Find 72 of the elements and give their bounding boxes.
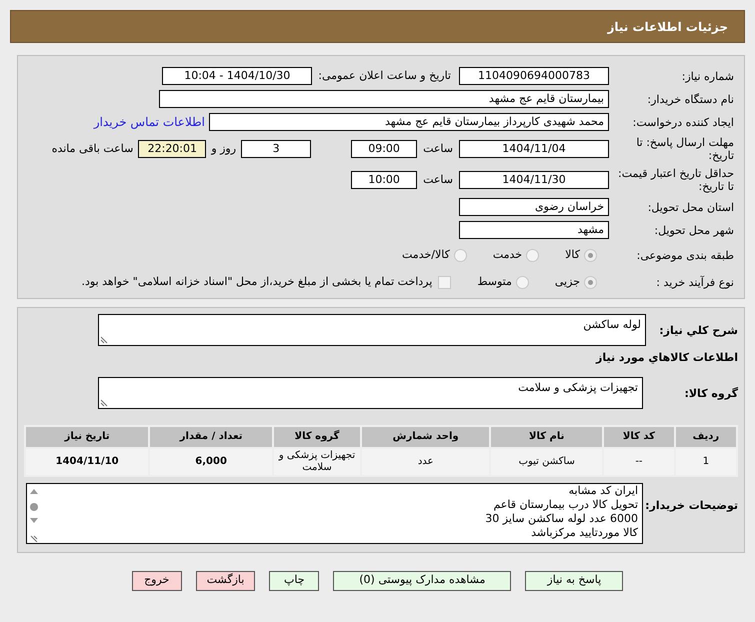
radio-label: جزیی	[554, 274, 580, 290]
section-heading: اطلاعات کالاهاي مورد نياز	[596, 350, 738, 366]
text-field[interactable]: 1104090694000783	[459, 67, 609, 85]
action-button[interactable]: بازگشت	[196, 570, 256, 590]
text-field[interactable]: 09:00	[351, 140, 418, 158]
column-header: گروه کالا	[273, 426, 361, 448]
notes-line: کالا موردتایید مرکزباشد	[531, 526, 638, 540]
field-label: ایجاد کننده درخواست:	[632, 116, 734, 128]
radio-button[interactable]	[516, 276, 529, 288]
text-field[interactable]: 10:00	[351, 171, 418, 189]
column-header: تاریخ نیاز	[25, 426, 150, 448]
field-label: حداقل تاریخ اعتبار قیمت: تا تاریخ:	[617, 167, 734, 193]
notes-area[interactable]: ایران کد مشابه تحویل کالا درب بیمارستان قاعم 6000 عدد لوله ساکشن سایز 30 کالا موردتایید مرکزباشد	[26, 482, 643, 544]
text-field[interactable]: محمد شهیدی کارپرداز بیمارستان قایم عج مشهد	[209, 113, 609, 131]
text-field[interactable]: 1404/10/30 - 10:04	[162, 67, 312, 85]
field-label: ساعت باقی مانده	[52, 140, 134, 157]
field-label: توضیحات خریدار:	[644, 498, 738, 512]
radio-button[interactable]	[584, 276, 597, 288]
field-label: روز و	[211, 140, 236, 157]
field-label: گروه کالا:	[683, 386, 738, 400]
radio-button[interactable]	[526, 248, 540, 262]
column-header: ردیف	[674, 426, 737, 448]
radio-button[interactable]	[454, 248, 467, 262]
text-area[interactable]: لوله ساکشن	[98, 314, 646, 346]
radio-label: خدمت	[492, 246, 522, 263]
notes-line: ایران کد مشابه	[568, 484, 638, 498]
column-header: واحد شمارش	[361, 426, 490, 448]
field-label: شرح کلي نياز:	[658, 323, 738, 337]
text-field[interactable]: خراسان رضوی	[459, 198, 609, 216]
field-label: شهر محل تحویل:	[653, 224, 734, 236]
radio-label: کالا	[565, 246, 580, 263]
notes-line: 6000 عدد لوله ساکشن سایز 30	[485, 512, 638, 526]
text-field[interactable]: بیمارستان قایم عج مشهد	[159, 90, 609, 108]
contact-link[interactable]: اطلاعات تماس خریدار	[94, 113, 205, 131]
resize-grip-icon	[100, 398, 108, 406]
text-area[interactable]: تجهیزات پزشکی و سلامت	[98, 376, 643, 408]
field-label: مهلت ارسال پاسخ: تا تاریخ:	[635, 136, 734, 162]
table-cell: 1404/11/10	[25, 448, 150, 476]
text-field[interactable]: مشهد	[459, 221, 609, 239]
field-label: استان محل تحویل:	[646, 200, 734, 214]
action-button[interactable]: مشاهده مدارک پیوستی (0)	[333, 570, 512, 590]
page-title: جزئیات اطلاعات نیاز	[607, 18, 728, 36]
radio-label: متوسط	[477, 274, 512, 290]
notes-line: تحویل کالا درب بیمارستان قاعم	[493, 498, 638, 512]
table-cell: --	[603, 448, 675, 476]
checkbox-label: پرداخت تمام یا بخشی از مبلغ خرید،از محل "اسناد خزانه اسلامی" خواهد بود.	[82, 274, 432, 290]
field-label: شماره نیاز:	[680, 70, 734, 82]
column-header: تعداد / مقدار	[149, 426, 273, 448]
field-label: نام دستگاه خریدار:	[646, 92, 734, 106]
field-label: نوع فرآیند خرید :	[655, 276, 734, 288]
column-header: نام کالا	[490, 426, 604, 448]
action-button[interactable]: پاسخ به نیاز	[525, 570, 624, 590]
text-field[interactable]: 3	[241, 140, 312, 158]
table-cell: ساکشن تیوب	[490, 448, 604, 476]
field-label: تاریخ و ساعت اعلان عمومی:	[318, 68, 451, 84]
field-label: ساعت	[423, 172, 453, 188]
radio-label: کالا/خدمت	[402, 246, 450, 263]
action-button[interactable]: چاپ	[269, 570, 320, 590]
table-cell: 6,000	[149, 448, 273, 476]
field-label: طبقه بندی موضوعی:	[636, 248, 734, 262]
resize-grip-icon	[100, 336, 108, 344]
countdown-field[interactable]: 22:20:01	[138, 140, 206, 158]
text-field[interactable]: 1404/11/30	[459, 171, 609, 189]
column-header: کد کالا	[603, 426, 675, 448]
table-cell: عدد	[361, 448, 490, 476]
table-cell: تجهیزات پزشکی و سلامت	[273, 448, 361, 476]
radio-button[interactable]	[584, 248, 597, 262]
action-button[interactable]: خروج	[132, 570, 182, 590]
field-label: ساعت	[423, 140, 453, 157]
table-cell: 1	[674, 448, 737, 476]
text-field[interactable]: 1404/11/04	[459, 140, 609, 158]
checkbox[interactable]	[438, 276, 452, 288]
